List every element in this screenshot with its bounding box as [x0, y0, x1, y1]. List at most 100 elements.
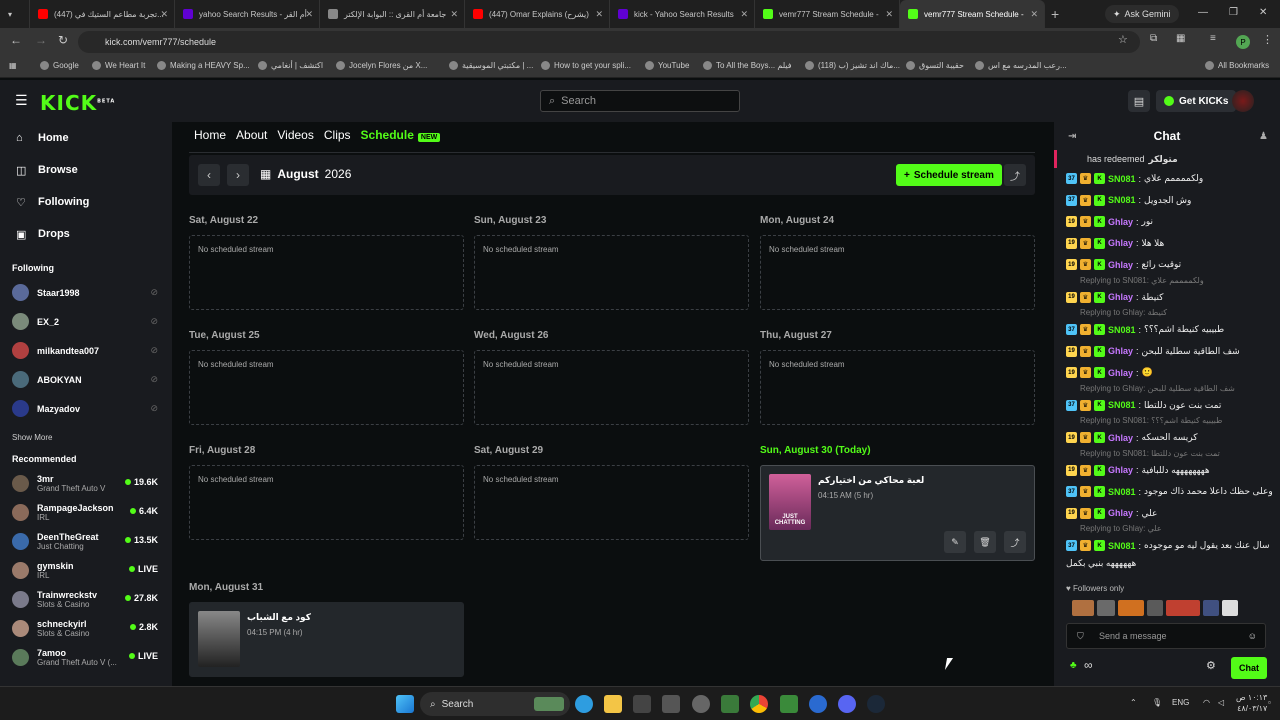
bookmark-item[interactable]: Making a HEAVY Sp... — [157, 61, 250, 70]
search-input[interactable]: ⌕ Search — [540, 90, 740, 112]
microphone-icon[interactable]: 🎙 — [1152, 698, 1162, 707]
emote[interactable] — [1147, 600, 1163, 616]
wifi-icon[interactable]: ◠ — [1203, 698, 1210, 707]
recommended-channel[interactable]: 7amoo Grand Theft Auto V (... LIVE — [0, 643, 172, 672]
sidebar-item-drops[interactable]: ▣ Drops — [0, 218, 172, 250]
prev-month-button[interactable]: ‹ — [198, 164, 220, 186]
chrome-icon[interactable] — [750, 695, 768, 713]
scheduled-event-card[interactable]: JUST CHATTING لعبة محاكي من اختياركم 04:15… — [760, 465, 1035, 561]
app-icon[interactable] — [809, 695, 827, 713]
clock[interactable]: ١٠:١٣ ص ٤٨/٠٣/١٧ — [1236, 692, 1267, 714]
chat-users-icon[interactable]: ♟ — [1259, 131, 1268, 142]
bookmark-item[interactable]: اكتشف | أنغامي — [258, 61, 323, 70]
chat-username[interactable]: SN081 — [1108, 174, 1136, 184]
tab-home[interactable]: Home — [194, 128, 226, 142]
puzzle-icon[interactable]: ▦ — [1176, 33, 1185, 44]
kick-logo[interactable]: KICKBETA — [40, 91, 115, 115]
following-channel[interactable]: Staar1998 ⊘ — [0, 278, 172, 307]
chat-username[interactable]: Ghlay — [1108, 465, 1133, 475]
chat-username[interactable]: Ghlay — [1108, 433, 1133, 443]
browser-tab[interactable]: vemr777 Stream Schedule - ✕ — [755, 0, 900, 28]
get-kicks-button[interactable]: Get KICKs — [1156, 90, 1237, 112]
browser-tab[interactable]: yahoo Search Results - أم القر ✕ — [175, 0, 320, 28]
file-explorer-icon[interactable] — [604, 695, 622, 713]
volume-icon[interactable]: ◁ — [1218, 698, 1224, 707]
ask-gemini-button[interactable]: ✦ Ask Gemini — [1105, 5, 1179, 23]
emote[interactable] — [1203, 600, 1219, 616]
close-tab-icon[interactable]: ✕ — [450, 9, 458, 20]
chat-settings-icon[interactable]: ⚙ — [1206, 659, 1216, 672]
sidebar-item-following[interactable]: ♡ Following — [0, 186, 172, 218]
bookmark-item[interactable]: We Heart It — [92, 61, 145, 70]
close-tab-icon[interactable]: ✕ — [595, 9, 603, 20]
notification-off-icon[interactable]: ⊘ — [150, 374, 158, 385]
forward-icon[interactable]: → — [35, 33, 47, 47]
windows-start-icon[interactable] — [396, 695, 414, 713]
store-icon[interactable] — [633, 695, 651, 713]
chat-username[interactable]: Ghlay — [1108, 508, 1133, 518]
following-channel[interactable]: milkandtea007 ⊘ — [0, 336, 172, 365]
bookmark-item[interactable]: All Bookmarks — [1205, 61, 1269, 70]
bookmark-item[interactable]: To All the Boys... فيلم — [703, 61, 792, 70]
chat-username[interactable]: Ghlay — [1108, 368, 1133, 378]
close-tab-icon[interactable]: ✕ — [305, 9, 313, 20]
emote[interactable] — [1072, 600, 1094, 616]
bookmark-item[interactable]: (118) ماك اند تشيز (ب... — [805, 61, 900, 70]
recommended-channel[interactable]: RampageJackson IRL 6.4K — [0, 498, 172, 527]
steam-icon[interactable] — [867, 695, 885, 713]
share-icon[interactable]: ⤴ — [1004, 164, 1026, 186]
close-tab-icon[interactable]: ✕ — [885, 9, 893, 20]
browser-tab[interactable]: (447) تجربة مطاعم الستيك في... ✕ — [30, 0, 175, 28]
kicks-icon[interactable]: ♣ — [1070, 660, 1077, 671]
following-channel[interactable]: ABOKYAN ⊘ — [0, 365, 172, 394]
edit-icon[interactable]: ✎ — [944, 531, 966, 553]
delete-icon[interactable]: 🗑 — [974, 531, 996, 553]
share-icon[interactable]: ⤴ — [1004, 531, 1026, 553]
recommended-channel[interactable]: gymskin IRL LIVE — [0, 556, 172, 585]
reload-icon[interactable]: ↻ — [58, 33, 68, 47]
emote[interactable] — [1166, 600, 1200, 616]
back-icon[interactable]: ← — [10, 33, 22, 47]
collapse-chat-icon[interactable]: ⇥ — [1068, 131, 1076, 142]
dashboard-icon[interactable]: ▤ — [1128, 90, 1150, 112]
sidebar-item-home[interactable]: ⌂ Home — [0, 122, 172, 154]
extension-icon[interactable]: ⧉ — [1150, 33, 1157, 44]
recommended-channel[interactable]: 3mr Grand Theft Auto V 19.6K — [0, 469, 172, 498]
tab-schedule[interactable]: Schedule NEW — [361, 128, 441, 142]
user-avatar[interactable] — [1232, 90, 1254, 112]
chat-username[interactable]: SN081 — [1108, 325, 1136, 335]
notification-off-icon[interactable]: ⊘ — [150, 287, 158, 298]
close-tab-icon[interactable]: ✕ — [160, 9, 168, 20]
chat-username[interactable]: Ghlay — [1108, 238, 1133, 248]
recommended-channel[interactable]: Trainwreckstv Slots & Casino 27.8K — [0, 585, 172, 614]
bookmark-star-icon[interactable]: ☆ — [1118, 33, 1128, 46]
browser-tab[interactable]: vemr777 Stream Schedule - ✕ — [900, 0, 1045, 28]
sidebar-item-browse[interactable]: ◫ Browse — [0, 154, 172, 186]
notification-icon[interactable]: ▫ — [1268, 698, 1271, 707]
edge-icon[interactable] — [575, 695, 593, 713]
reading-list-icon[interactable]: ≡ — [1210, 33, 1216, 44]
new-tab-button[interactable]: + — [1051, 6, 1059, 22]
bookmark-item[interactable]: Jocelyn Flores من X... — [336, 61, 427, 70]
chat-username[interactable]: SN081 — [1108, 487, 1136, 497]
chat-username[interactable]: Ghlay — [1108, 217, 1133, 227]
browser-tab[interactable]: kick - Yahoo Search Results ✕ — [610, 0, 755, 28]
following-channel[interactable]: Mazyadov ⊘ — [0, 394, 172, 423]
close-window-icon[interactable]: ✕ — [1259, 7, 1267, 18]
app-icon[interactable] — [721, 695, 739, 713]
chat-username[interactable]: Ghlay — [1108, 346, 1133, 356]
app-icon[interactable] — [692, 695, 710, 713]
close-tab-icon[interactable]: ✕ — [740, 9, 748, 20]
chat-username[interactable]: Ghlay — [1108, 260, 1133, 270]
emote[interactable] — [1118, 600, 1144, 616]
chat-username[interactable]: SN081 — [1108, 541, 1136, 551]
bookmark-item[interactable]: YouTube — [645, 61, 689, 70]
emote[interactable] — [1222, 600, 1238, 616]
bookmark-item[interactable]: Google — [40, 61, 79, 70]
emoji-icon[interactable]: ☺ — [1248, 631, 1257, 641]
discord-icon[interactable] — [838, 695, 856, 713]
bookmark-item[interactable]: How to get your spli... — [541, 61, 631, 70]
recommended-channel[interactable]: DeenTheGreat Just Chatting 13.5K — [0, 527, 172, 556]
tab-search-button[interactable]: ▾ — [0, 0, 30, 28]
taskbar-search[interactable]: ⌕ Search — [420, 692, 570, 716]
